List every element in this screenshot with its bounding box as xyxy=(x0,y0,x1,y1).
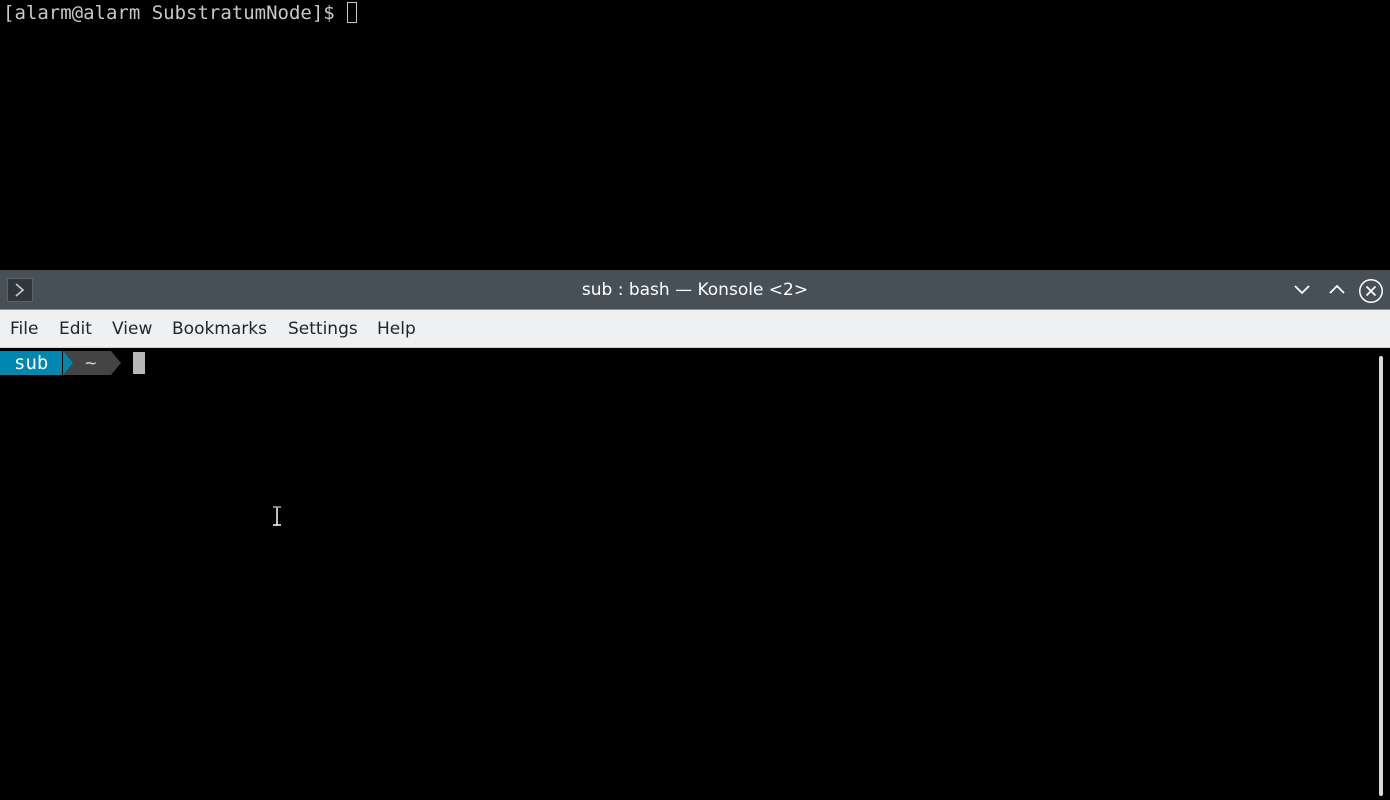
background-cursor xyxy=(346,2,357,23)
menu-help[interactable]: Help xyxy=(377,310,416,348)
background-prompt-line: [alarm@alarm SubstratumNode]$ xyxy=(3,1,357,25)
prompt-user-segment: sub xyxy=(0,351,63,375)
minimize-icon xyxy=(1294,285,1310,295)
close-button[interactable] xyxy=(1358,278,1383,303)
minimize-button[interactable] xyxy=(1290,278,1314,302)
menu-view[interactable]: View xyxy=(112,310,152,348)
konsole-window: sub : bash — Konsole <2> File Edit View … xyxy=(0,270,1390,800)
background-terminal[interactable]: [alarm@alarm SubstratumNode]$ xyxy=(0,0,1390,270)
menu-edit[interactable]: Edit xyxy=(59,310,92,348)
prompt-end-arrow xyxy=(111,351,121,375)
menu-bar: File Edit View Bookmarks Settings Help xyxy=(0,310,1390,348)
menu-bookmarks[interactable]: Bookmarks xyxy=(172,310,267,348)
text-cursor-icon xyxy=(273,506,281,526)
maximize-icon xyxy=(1329,284,1345,294)
background-prompt: [alarm@alarm SubstratumNode]$ xyxy=(3,2,335,24)
prompt-separator-arrow xyxy=(63,351,73,375)
terminal-scrollbar[interactable] xyxy=(1374,348,1390,800)
menu-file[interactable]: File xyxy=(10,310,38,348)
terminal-cursor xyxy=(133,352,145,374)
prompt-dir-segment: ~ xyxy=(85,352,97,374)
scrollbar-thumb[interactable] xyxy=(1379,356,1383,796)
close-icon xyxy=(1359,279,1383,303)
title-bar[interactable]: sub : bash — Konsole <2> xyxy=(0,270,1390,310)
maximize-button[interactable] xyxy=(1325,278,1349,302)
menu-settings[interactable]: Settings xyxy=(288,310,358,348)
window-title: sub : bash — Konsole <2> xyxy=(581,280,809,300)
terminal-area[interactable]: sub ~ xyxy=(0,348,1374,800)
